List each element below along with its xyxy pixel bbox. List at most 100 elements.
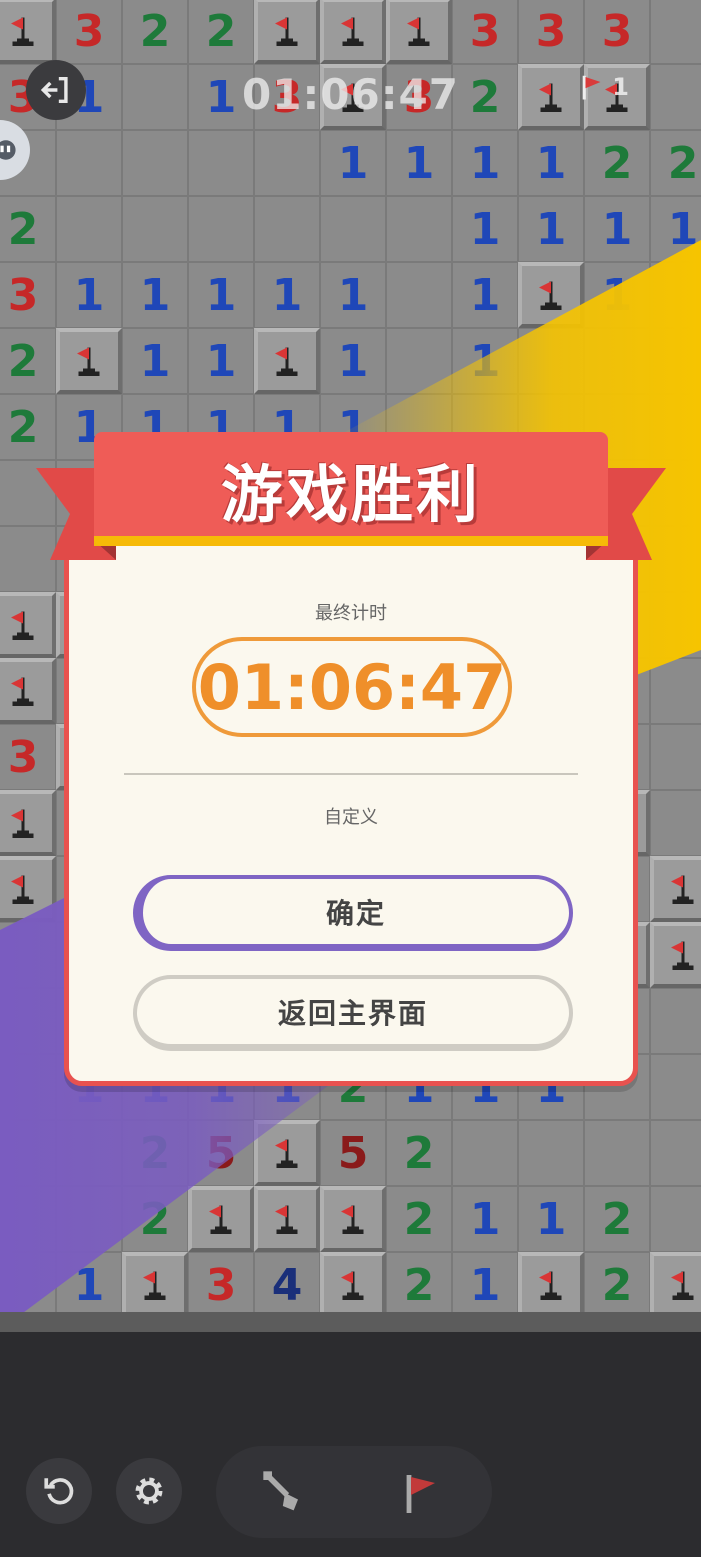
number-cell[interactable]: 3 [584, 0, 650, 64]
number-cell[interactable]: 4 [254, 1252, 320, 1318]
number-cell[interactable]: 2 [650, 130, 701, 196]
flagged-cell[interactable] [0, 592, 56, 658]
number-cell[interactable]: 5 [320, 1120, 386, 1186]
number-cell[interactable]: 1 [386, 130, 452, 196]
empty-cell[interactable] [584, 1120, 650, 1186]
empty-cell[interactable] [386, 196, 452, 262]
flagged-cell[interactable] [386, 0, 452, 64]
number-cell[interactable]: 1 [452, 328, 518, 394]
empty-cell[interactable] [386, 328, 452, 394]
number-cell[interactable]: 1 [518, 196, 584, 262]
empty-cell[interactable] [584, 328, 650, 394]
empty-cell[interactable] [0, 1186, 56, 1252]
empty-cell[interactable] [320, 196, 386, 262]
empty-cell[interactable] [650, 328, 701, 394]
number-cell[interactable]: 3 [518, 0, 584, 64]
number-cell[interactable]: 1 [518, 1186, 584, 1252]
number-cell[interactable]: 1 [122, 328, 188, 394]
empty-cell[interactable] [56, 1120, 122, 1186]
flagged-cell[interactable] [0, 0, 56, 64]
number-cell[interactable]: 2 [584, 1186, 650, 1252]
empty-cell[interactable] [650, 262, 701, 328]
number-cell[interactable]: 2 [0, 328, 56, 394]
flagged-cell[interactable] [254, 1120, 320, 1186]
dig-tool-button[interactable] [252, 1460, 318, 1526]
flagged-cell[interactable] [320, 0, 386, 64]
empty-cell[interactable] [650, 658, 701, 724]
number-cell[interactable]: 1 [452, 262, 518, 328]
number-cell[interactable]: 3 [188, 1252, 254, 1318]
number-cell[interactable]: 1 [122, 262, 188, 328]
empty-cell[interactable] [650, 1120, 701, 1186]
number-cell[interactable]: 2 [584, 130, 650, 196]
number-cell[interactable]: 2 [584, 1252, 650, 1318]
number-cell[interactable]: 2 [122, 1120, 188, 1186]
number-cell[interactable]: 1 [584, 196, 650, 262]
empty-cell[interactable] [188, 196, 254, 262]
flagged-cell[interactable] [650, 922, 701, 988]
number-cell[interactable]: 1 [452, 1186, 518, 1252]
empty-cell[interactable] [386, 262, 452, 328]
flagged-cell[interactable] [650, 856, 701, 922]
flagged-cell[interactable] [56, 328, 122, 394]
number-cell[interactable]: 1 [56, 262, 122, 328]
flagged-cell[interactable] [0, 790, 56, 856]
number-cell[interactable]: 2 [386, 1252, 452, 1318]
confirm-button[interactable]: 确定 [133, 875, 573, 951]
empty-cell[interactable] [254, 130, 320, 196]
number-cell[interactable]: 1 [584, 262, 650, 328]
number-cell[interactable]: 2 [122, 1186, 188, 1252]
number-cell[interactable]: 1 [452, 130, 518, 196]
flagged-cell[interactable] [254, 1186, 320, 1252]
flagged-cell[interactable] [320, 1186, 386, 1252]
number-cell[interactable]: 3 [0, 262, 56, 328]
empty-cell[interactable] [650, 1054, 701, 1120]
number-cell[interactable]: 1 [254, 262, 320, 328]
settings-button[interactable] [116, 1458, 182, 1524]
empty-cell[interactable] [0, 1252, 56, 1318]
empty-cell[interactable] [650, 1186, 701, 1252]
number-cell[interactable]: 1 [320, 262, 386, 328]
number-cell[interactable]: 1 [320, 328, 386, 394]
flagged-cell[interactable] [518, 1252, 584, 1318]
flagged-cell[interactable] [320, 1252, 386, 1318]
number-cell[interactable]: 1 [320, 130, 386, 196]
empty-cell[interactable] [650, 790, 701, 856]
empty-cell[interactable] [122, 196, 188, 262]
empty-cell[interactable] [56, 130, 122, 196]
flagged-cell[interactable] [122, 1252, 188, 1318]
empty-cell[interactable] [650, 988, 701, 1054]
number-cell[interactable]: 1 [650, 196, 701, 262]
empty-cell[interactable] [188, 130, 254, 196]
number-cell[interactable]: 3 [452, 0, 518, 64]
number-cell[interactable]: 1 [188, 328, 254, 394]
empty-cell[interactable] [650, 0, 701, 64]
number-cell[interactable]: 2 [386, 1120, 452, 1186]
empty-cell[interactable] [0, 922, 56, 988]
empty-cell[interactable] [0, 988, 56, 1054]
empty-cell[interactable] [650, 592, 701, 658]
empty-cell[interactable] [452, 1120, 518, 1186]
number-cell[interactable]: 3 [56, 0, 122, 64]
empty-cell[interactable] [56, 1186, 122, 1252]
empty-cell[interactable] [0, 1054, 56, 1120]
flagged-cell[interactable] [650, 1252, 701, 1318]
number-cell[interactable]: 2 [0, 196, 56, 262]
empty-cell[interactable] [518, 1120, 584, 1186]
empty-cell[interactable] [0, 1120, 56, 1186]
number-cell[interactable]: 2 [188, 0, 254, 64]
flagged-cell[interactable] [188, 1186, 254, 1252]
empty-cell[interactable] [122, 130, 188, 196]
empty-cell[interactable] [518, 328, 584, 394]
number-cell[interactable]: 1 [452, 1252, 518, 1318]
number-cell[interactable]: 2 [122, 0, 188, 64]
number-cell[interactable]: 1 [56, 1252, 122, 1318]
flagged-cell[interactable] [0, 658, 56, 724]
number-cell[interactable]: 2 [386, 1186, 452, 1252]
empty-cell[interactable] [56, 196, 122, 262]
number-cell[interactable]: 1 [188, 262, 254, 328]
flagged-cell[interactable] [518, 262, 584, 328]
flagged-cell[interactable] [254, 328, 320, 394]
flagged-cell[interactable] [0, 856, 56, 922]
flag-tool-button[interactable] [388, 1460, 454, 1526]
